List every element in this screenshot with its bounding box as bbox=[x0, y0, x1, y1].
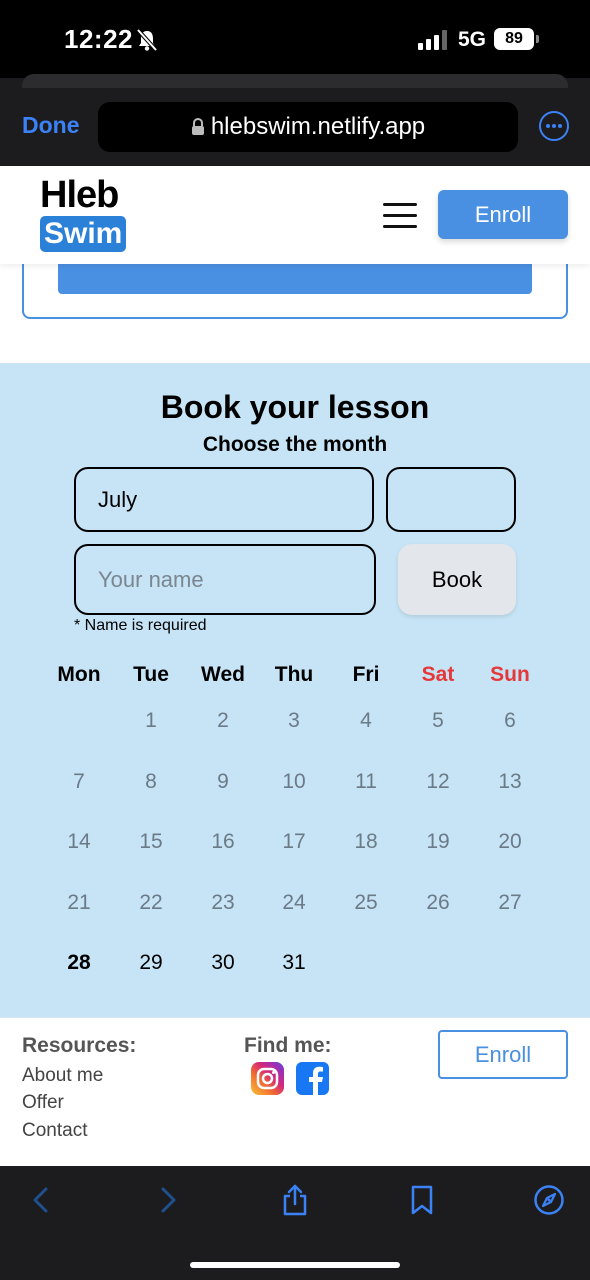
footer-enroll-button[interactable]: Enroll bbox=[438, 1030, 568, 1079]
name-required-hint: * Name is required bbox=[74, 617, 207, 634]
calendar-day[interactable]: 14 bbox=[43, 830, 115, 854]
book-button[interactable]: Book bbox=[398, 544, 516, 615]
calendar-day[interactable]: 12 bbox=[402, 770, 474, 794]
compass-icon[interactable] bbox=[533, 1184, 565, 1216]
booking-section: Book your lesson Choose the month July B… bbox=[0, 363, 590, 1017]
instagram-icon[interactable] bbox=[251, 1062, 284, 1095]
calendar-day[interactable]: 25 bbox=[330, 891, 402, 915]
calendar-day[interactable]: 30 bbox=[187, 951, 259, 975]
hamburger-menu-icon[interactable] bbox=[383, 203, 417, 229]
forward-icon[interactable] bbox=[152, 1184, 184, 1216]
booking-title: Book your lesson bbox=[160, 389, 430, 425]
url-field[interactable]: hlebswim.netlify.app bbox=[98, 102, 518, 152]
signal-icon bbox=[418, 30, 447, 50]
calendar-day[interactable]: 3 bbox=[258, 709, 330, 733]
weekday-header: Tue bbox=[133, 663, 169, 686]
logo[interactable]: Hleb Swim bbox=[40, 174, 127, 252]
facebook-icon[interactable] bbox=[296, 1062, 329, 1095]
calendar-day[interactable]: 26 bbox=[402, 891, 474, 915]
url-text: hlebswim.netlify.app bbox=[210, 113, 426, 140]
weekday-header: Sun bbox=[490, 663, 530, 686]
browser-toolbar bbox=[0, 1166, 590, 1280]
calendar-day[interactable]: 29 bbox=[115, 951, 187, 975]
month-select[interactable]: July bbox=[74, 467, 374, 532]
calendar-day[interactable]: 16 bbox=[187, 830, 259, 854]
weekday-header: Thu bbox=[274, 663, 314, 686]
weekday-header: Mon bbox=[57, 663, 101, 686]
find-me-title: Find me: bbox=[244, 1034, 332, 1057]
calendar-day[interactable]: 17 bbox=[258, 830, 330, 854]
done-button[interactable]: Done bbox=[22, 112, 80, 139]
bookmarks-icon[interactable] bbox=[406, 1184, 438, 1216]
status-time: 12:22 bbox=[64, 24, 133, 54]
share-icon[interactable] bbox=[279, 1184, 311, 1216]
calendar-day[interactable]: 15 bbox=[115, 830, 187, 854]
weekday-header: Fri bbox=[352, 663, 380, 686]
calendar-day[interactable]: 7 bbox=[43, 770, 115, 794]
status-bar: 12:22 5G 89 bbox=[0, 0, 590, 78]
more-options-icon[interactable] bbox=[538, 110, 570, 142]
calendar-day[interactable]: 2 bbox=[187, 709, 259, 733]
battery-icon: 89 bbox=[494, 28, 540, 50]
calendar-day[interactable]: 31 bbox=[258, 951, 330, 975]
calendar-day[interactable]: 28 bbox=[43, 951, 115, 975]
battery-level: 89 bbox=[494, 28, 534, 50]
calendar-day[interactable]: 22 bbox=[115, 891, 187, 915]
site-header: Hleb Swim Enroll bbox=[0, 166, 590, 264]
calendar-day[interactable]: 19 bbox=[402, 830, 474, 854]
bell-off-icon bbox=[136, 28, 158, 52]
footer-link-contact[interactable]: Contact bbox=[22, 1120, 87, 1142]
calendar-day[interactable]: 27 bbox=[474, 891, 546, 915]
network-type: 5G bbox=[458, 28, 487, 51]
calendar-day[interactable]: 23 bbox=[187, 891, 259, 915]
calendar-day[interactable]: 5 bbox=[402, 709, 474, 733]
weekday-header: Wed bbox=[201, 663, 245, 686]
logo-text-bottom: Swim bbox=[40, 216, 127, 252]
booking-subtitle: Choose the month bbox=[202, 433, 388, 456]
weekday-header: Sat bbox=[421, 663, 455, 686]
calendar-day[interactable]: 6 bbox=[474, 709, 546, 733]
calendar-day[interactable]: 10 bbox=[258, 770, 330, 794]
logo-text-top: Hleb bbox=[40, 174, 119, 216]
home-indicator[interactable] bbox=[190, 1262, 400, 1268]
calendar-day[interactable]: 13 bbox=[474, 770, 546, 794]
footer-link-about[interactable]: About me bbox=[22, 1065, 103, 1087]
resources-title: Resources: bbox=[22, 1034, 137, 1057]
site-footer: Resources: About me Offer Contact Find m… bbox=[0, 1017, 590, 1166]
lock-icon bbox=[191, 118, 204, 135]
calendar-day[interactable]: 21 bbox=[43, 891, 115, 915]
calendar-day[interactable]: 18 bbox=[330, 830, 402, 854]
calendar-day[interactable]: 20 bbox=[474, 830, 546, 854]
contact-form-area: Submit bbox=[0, 244, 590, 364]
calendar-day[interactable]: 11 bbox=[330, 770, 402, 794]
enroll-button[interactable]: Enroll bbox=[438, 190, 568, 239]
browser-bar: Done hlebswim.netlify.app bbox=[0, 88, 590, 166]
back-icon[interactable] bbox=[25, 1184, 57, 1216]
footer-link-offer[interactable]: Offer bbox=[22, 1092, 64, 1114]
calendar-day[interactable]: 1 bbox=[115, 709, 187, 733]
year-select[interactable] bbox=[386, 467, 516, 532]
name-input[interactable] bbox=[74, 544, 376, 615]
calendar-day[interactable]: 9 bbox=[187, 770, 259, 794]
calendar-day[interactable]: 24 bbox=[258, 891, 330, 915]
calendar-day[interactable]: 8 bbox=[115, 770, 187, 794]
calendar-day[interactable]: 4 bbox=[330, 709, 402, 733]
